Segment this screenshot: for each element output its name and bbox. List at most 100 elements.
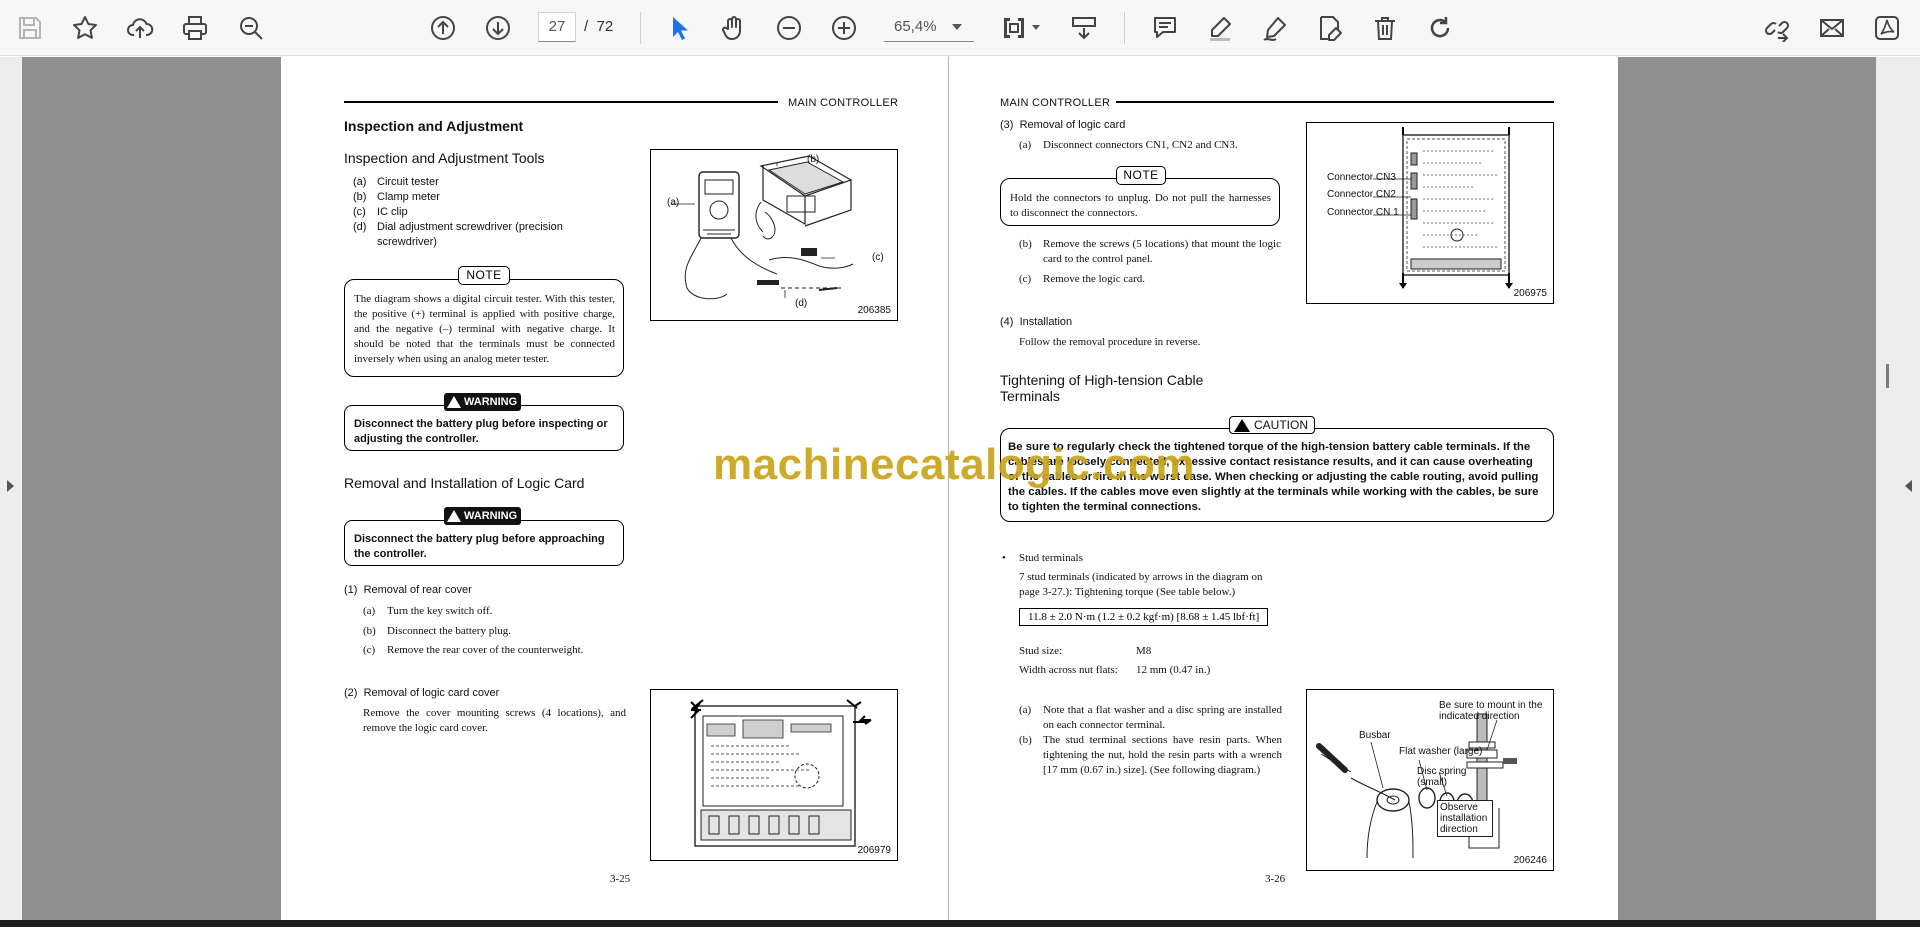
warning-label: WARNING bbox=[444, 507, 522, 525]
draw-pen-icon[interactable] bbox=[1257, 10, 1293, 46]
select-cursor-icon[interactable] bbox=[661, 10, 697, 46]
redo-icon[interactable] bbox=[1422, 10, 1458, 46]
step-3-title: (3) Removal of logic card bbox=[1000, 119, 1126, 131]
scrollbar-thumb[interactable] bbox=[1886, 364, 1889, 388]
delete-trash-icon[interactable] bbox=[1367, 10, 1403, 46]
figure-label: Flat washer (large) bbox=[1399, 746, 1483, 757]
left-sidebar-toggle[interactable] bbox=[0, 57, 22, 920]
status-strip bbox=[0, 920, 1920, 927]
chevron-right-icon[interactable] bbox=[7, 480, 14, 492]
figure-id: 206385 bbox=[857, 305, 891, 316]
removal-heading: Removal and Installation of Logic Card bbox=[344, 475, 585, 491]
caution-triangle-icon bbox=[1234, 418, 1250, 432]
list-item: (c) Remove the logic card. bbox=[1019, 273, 1146, 285]
save-icon[interactable] bbox=[12, 10, 48, 46]
stud-size-value: M8 bbox=[1136, 645, 1152, 657]
next-page-icon[interactable] bbox=[480, 10, 516, 46]
hand-tool-icon[interactable] bbox=[716, 10, 752, 46]
figure-label: Connector CN2 bbox=[1327, 189, 1396, 200]
stud-size-label: Stud size: bbox=[1019, 645, 1063, 657]
figure-label: (a) bbox=[667, 197, 680, 208]
scroll-mode-icon[interactable] bbox=[1066, 10, 1102, 46]
step-4-text: Follow the removal procedure in reverse. bbox=[1019, 336, 1201, 348]
comment-icon[interactable] bbox=[1147, 10, 1183, 46]
figure-label: Be sure to mount in the indicated direct… bbox=[1439, 700, 1543, 722]
section-title: Inspection and Adjustment bbox=[344, 118, 524, 134]
page-total-count: 72 bbox=[596, 18, 614, 35]
vertical-scrollbar[interactable] bbox=[1876, 57, 1898, 920]
step-3-item-a: (a) Disconnect connectors CN1, CN2 and CN… bbox=[1019, 138, 1281, 153]
bullet: • bbox=[1002, 552, 1006, 564]
step-1-title: (1) Removal of rear cover bbox=[344, 584, 472, 596]
cloud-upload-icon[interactable] bbox=[122, 10, 158, 46]
step-3-items-bc: (b) Remove the screws (5 locations) that … bbox=[1019, 237, 1281, 287]
warning-triangle-icon bbox=[447, 396, 461, 408]
list-item: (d) Dial adjustment screwdriver (precisio… bbox=[353, 221, 563, 248]
highlight-pen-icon[interactable] bbox=[1202, 10, 1238, 46]
list-item: (c) Remove the rear cover of the counterw… bbox=[363, 644, 584, 656]
warning-triangle-icon bbox=[447, 510, 461, 522]
header-rule bbox=[344, 101, 778, 103]
step-4-title: (4) Installation bbox=[1000, 316, 1073, 328]
list-item: (a) Note that a flat washer and a disc sp… bbox=[1019, 704, 1282, 731]
chevron-left-icon[interactable] bbox=[1905, 480, 1912, 492]
share-link-icon[interactable] bbox=[1759, 10, 1795, 46]
stud-title: Stud terminals bbox=[1019, 552, 1083, 564]
page-total: / 72 bbox=[584, 18, 613, 35]
logic-card-cover-illustration bbox=[690, 699, 872, 847]
figure-id: 206975 bbox=[1513, 288, 1547, 299]
step-2-text: Remove the cover mounting screws (4 loca… bbox=[363, 707, 626, 734]
edit-document-icon[interactable] bbox=[1312, 10, 1348, 46]
figure-label: (d) bbox=[795, 298, 808, 309]
chevron-down-icon[interactable] bbox=[952, 24, 962, 30]
tools-list: (a) Circuit tester (b) Clamp meter (c) IC c… bbox=[353, 175, 573, 250]
page-separator: / bbox=[584, 18, 589, 35]
list-item: (b) The stud terminal sections have resin… bbox=[1019, 734, 1282, 776]
note-label: NOTE bbox=[458, 266, 510, 285]
stud-text: 7 stud terminals (indicated by arrows in… bbox=[1019, 571, 1263, 598]
figure-label: Disc spring (small) bbox=[1417, 766, 1467, 788]
figure-tools: (a) (b) (c) (d) 206385 bbox=[650, 149, 898, 321]
page-number: 3-26 bbox=[1265, 873, 1286, 885]
print-icon[interactable] bbox=[177, 10, 213, 46]
tools-heading: Inspection and Adjustment Tools bbox=[344, 150, 545, 166]
note-box: Hold the connectors to unplug. Do not pu… bbox=[1000, 178, 1280, 226]
list-item: (c) IC clip bbox=[353, 206, 408, 218]
zoom-out-icon[interactable] bbox=[771, 10, 807, 46]
toolbar-separator bbox=[1124, 12, 1125, 44]
right-sidebar-toggle[interactable] bbox=[1898, 57, 1920, 920]
chevron-down-icon[interactable] bbox=[1032, 25, 1040, 30]
running-header: MAIN CONTROLLER bbox=[782, 97, 899, 109]
step-1-items: (a) Turn the key switch off. (b) Disconnec… bbox=[363, 602, 633, 661]
bookmark-star-icon[interactable] bbox=[67, 10, 103, 46]
watermark: machinecatalogic.com bbox=[713, 440, 1195, 489]
figure-logic-card-cover: 206979 bbox=[650, 689, 898, 861]
stud-notes: (a) Note that a flat washer and a disc sp… bbox=[1019, 703, 1282, 778]
zoom-out-search-icon[interactable] bbox=[233, 10, 269, 46]
page-number-input[interactable]: 27 bbox=[538, 12, 576, 42]
list-item: (a) Turn the key switch off. bbox=[363, 605, 493, 617]
previous-page-icon[interactable] bbox=[425, 10, 461, 46]
figure-label: Busbar bbox=[1359, 730, 1391, 741]
note-label: NOTE bbox=[1116, 166, 1166, 185]
figure-stud-terminal: Be sure to mount in the indicated direct… bbox=[1306, 689, 1554, 871]
tightening-heading-line-1: Tightening of High-tension Cable bbox=[1000, 372, 1204, 388]
email-icon[interactable] bbox=[1814, 10, 1850, 46]
tightening-heading-line-2: Terminals bbox=[1000, 388, 1060, 404]
list-item: (b) Remove the screws (5 locations) that … bbox=[1019, 238, 1281, 265]
figure-label: Observe installation direction bbox=[1437, 800, 1493, 837]
note-box: The diagram shows a digital circuit test… bbox=[344, 279, 624, 377]
list-item: (a) Circuit tester bbox=[353, 176, 439, 188]
page-fit-icon[interactable] bbox=[996, 10, 1032, 46]
step-2-title: (2) Removal of logic card cover bbox=[344, 687, 500, 699]
toolbar: 27 / 72 65,4% bbox=[0, 0, 1920, 56]
list-item: (b) Disconnect the battery plug. bbox=[363, 624, 512, 637]
figure-label: Connector CN3 bbox=[1327, 172, 1396, 183]
pdf-export-icon[interactable] bbox=[1869, 10, 1905, 46]
figure-connectors: Connector CN3 Connector CN2 Connector CN… bbox=[1306, 122, 1554, 304]
caution-label: CAUTION bbox=[1229, 416, 1315, 434]
zoom-in-icon[interactable] bbox=[826, 10, 862, 46]
figure-label: (b) bbox=[807, 154, 820, 165]
warning-label: WARNING bbox=[444, 393, 522, 411]
figure-id: 206246 bbox=[1513, 855, 1547, 866]
